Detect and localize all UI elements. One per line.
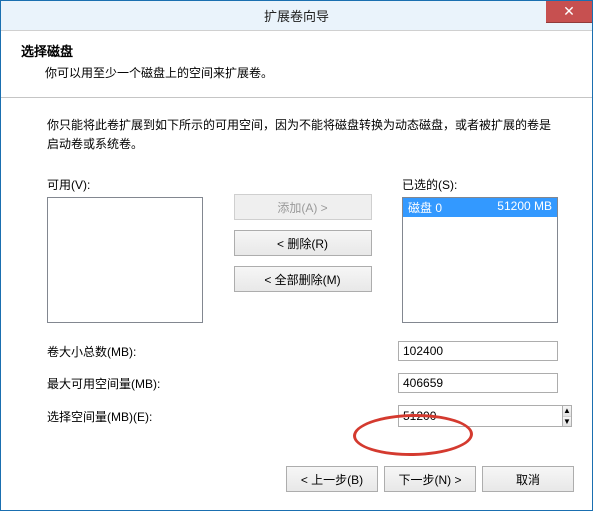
spin-up-button[interactable]: ▲ [563, 406, 571, 417]
window-title: 扩展卷向导 [264, 6, 329, 25]
footer-buttons: < 上一步(B) 下一步(N) > 取消 [1, 454, 592, 510]
selected-column: 已选的(S): 磁盘 0 51200 MB [402, 176, 558, 323]
close-icon: ✕ [563, 3, 575, 20]
page-title: 选择磁盘 [21, 41, 572, 60]
available-label: 可用(V): [47, 176, 203, 193]
total-size-label: 卷大小总数(MB): [47, 343, 136, 360]
wizard-window: 扩展卷向导 ✕ 选择磁盘 你可以用至少一个磁盘上的空间来扩展卷。 你只能将此卷扩… [0, 0, 593, 511]
max-space-row: 最大可用空间量(MB): [47, 373, 558, 393]
chevron-up-icon: ▲ [563, 407, 571, 415]
content-area: 你只能将此卷扩展到如下所示的可用空间，因为不能将磁盘转换为动态磁盘，或者被扩展的… [1, 98, 592, 454]
info-note: 你只能将此卷扩展到如下所示的可用空间，因为不能将磁盘转换为动态磁盘，或者被扩展的… [47, 116, 558, 154]
add-button[interactable]: 添加(A) > [234, 194, 372, 220]
max-space-label: 最大可用空间量(MB): [47, 375, 160, 392]
transfer-buttons: 添加(A) > < 删除(R) < 全部删除(M) [228, 194, 378, 292]
total-size-field [398, 341, 558, 361]
titlebar: 扩展卷向导 ✕ [1, 1, 592, 31]
list-item[interactable]: 磁盘 0 51200 MB [403, 198, 557, 217]
select-space-input[interactable] [398, 405, 562, 427]
chevron-down-icon: ▼ [563, 418, 571, 426]
total-size-row: 卷大小总数(MB): [47, 341, 558, 361]
remove-all-button[interactable]: < 全部删除(M) [234, 266, 372, 292]
select-space-row: 选择空间量(MB)(E): ▲ ▼ [47, 405, 558, 427]
available-listbox[interactable] [47, 197, 203, 323]
cancel-button[interactable]: 取消 [482, 466, 574, 492]
close-button[interactable]: ✕ [546, 1, 592, 23]
header-area: 选择磁盘 你可以用至少一个磁盘上的空间来扩展卷。 [1, 31, 592, 98]
next-button[interactable]: 下一步(N) > [384, 466, 476, 492]
spin-down-button[interactable]: ▼ [563, 417, 571, 427]
dual-list-area: 可用(V): 添加(A) > < 删除(R) < 全部删除(M) 已选的(S):… [47, 176, 558, 323]
back-button[interactable]: < 上一步(B) [286, 466, 378, 492]
max-space-field [398, 373, 558, 393]
disk-name: 磁盘 0 [408, 199, 442, 216]
select-space-label: 选择空间量(MB)(E): [47, 408, 152, 425]
selected-listbox[interactable]: 磁盘 0 51200 MB [402, 197, 558, 323]
remove-button[interactable]: < 删除(R) [234, 230, 372, 256]
main-area: 选择磁盘 你可以用至少一个磁盘上的空间来扩展卷。 你只能将此卷扩展到如下所示的可… [1, 31, 592, 510]
select-space-spinner: ▲ ▼ [398, 405, 558, 427]
disk-size: 51200 MB [497, 199, 552, 216]
spinner-buttons: ▲ ▼ [562, 405, 572, 427]
selected-label: 已选的(S): [402, 176, 558, 193]
page-subtitle: 你可以用至少一个磁盘上的空间来扩展卷。 [45, 64, 572, 81]
available-column: 可用(V): [47, 176, 203, 323]
